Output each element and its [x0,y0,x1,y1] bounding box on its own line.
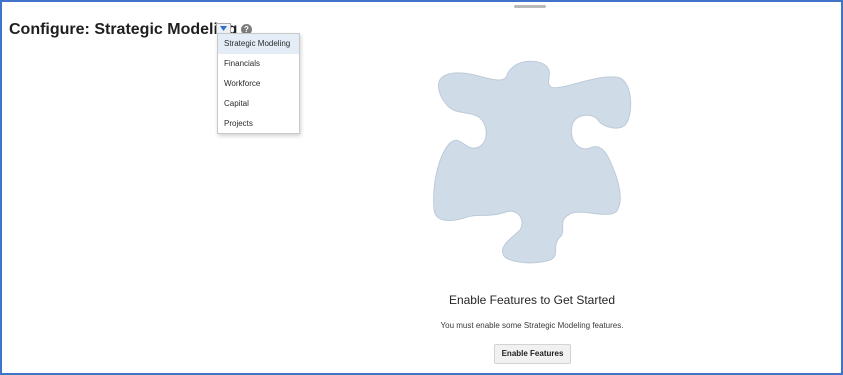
window-frame: Configure: Strategic Modeling ? Strategi… [0,0,843,375]
page-title: Configure: Strategic Modeling [9,21,238,38]
menu-item-financials[interactable]: Financials [218,54,299,74]
drag-handle[interactable] [514,5,546,8]
menu-item-workforce[interactable]: Workforce [218,74,299,94]
chevron-down-icon [220,26,227,31]
module-dropdown-menu: Strategic Modeling Financials Workforce … [217,33,300,134]
menu-item-projects[interactable]: Projects [218,114,299,134]
empty-state-message: You must enable some Strategic Modeling … [440,321,624,330]
puzzle-piece-icon [433,60,632,264]
enable-features-button[interactable]: Enable Features [494,344,571,364]
menu-item-strategic-modeling[interactable]: Strategic Modeling [218,34,299,54]
empty-state-heading: Enable Features to Get Started [448,293,616,307]
menu-item-capital[interactable]: Capital [218,94,299,114]
